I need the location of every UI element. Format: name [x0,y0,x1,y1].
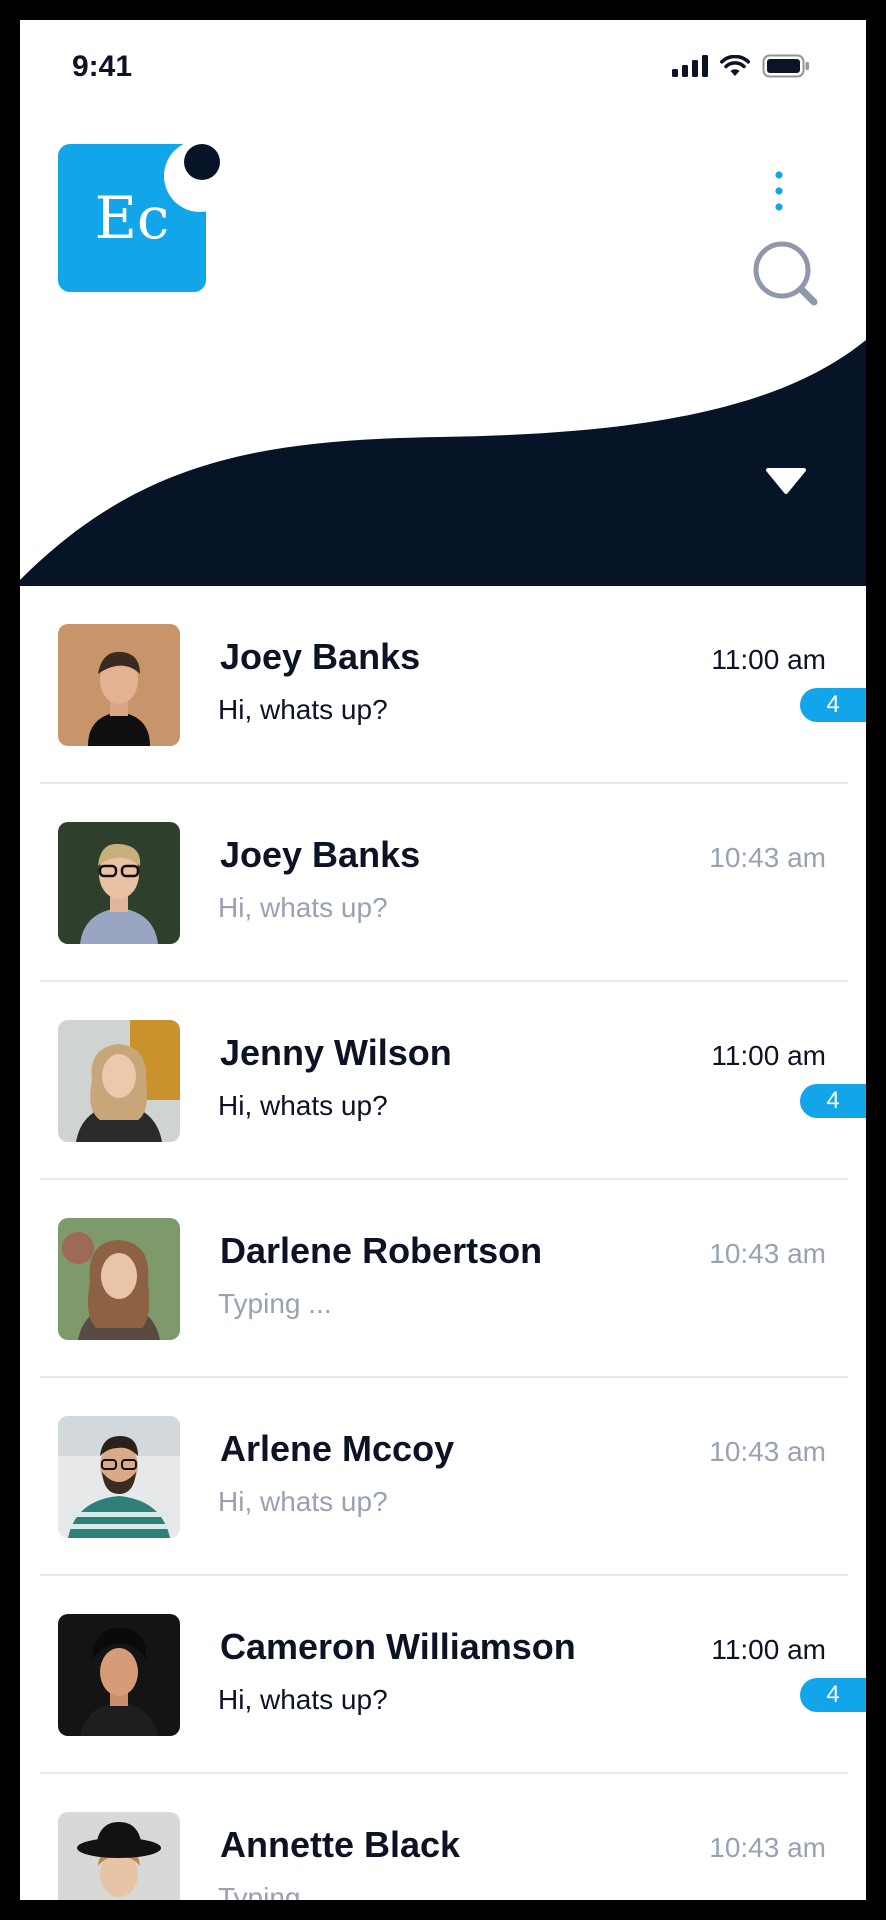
conversation-row[interactable]: Darlene Robertson Typing ... 10:43 am [20,1180,866,1378]
message-time: 10:43 am [709,1436,826,1467]
unread-badge: 4 [800,1678,866,1712]
avatar [58,1020,180,1142]
conversation-row[interactable]: Annette Black Typing ... 10:43 am [20,1774,866,1900]
search-icon[interactable] [748,236,828,316]
dropdown-triangle-icon[interactable] [762,466,810,506]
status-icons [672,54,810,78]
contact-name: Arlene Mccoy [220,1428,455,1469]
avatar [58,1812,180,1900]
contact-name: Joey Banks [220,636,421,677]
avatar [58,1416,180,1538]
conversation-row[interactable]: Joey Banks Hi, whats up? 10:43 am [20,784,866,982]
message-preview: Hi, whats up? [218,1090,388,1121]
message-time: 11:00 am [711,1040,826,1071]
avatar [58,1218,180,1340]
message-time: 11:00 am [711,644,826,675]
kebab-menu-icon[interactable] [772,170,786,214]
online-indicator-dot [184,144,220,180]
status-bar: 9:41 [20,20,866,130]
conversation-row[interactable]: Joey Banks Hi, whats up? 11:00 am 4 [20,586,866,784]
wifi-icon [720,55,750,76]
contact-name: Darlene Robertson [220,1230,543,1271]
chat-screen: 9:41 Ec Joey Banks Hi, whats up? 11:00 a… [20,20,866,1900]
message-preview: Hi, whats up? [218,1486,388,1517]
message-preview: Hi, whats up? [218,1684,388,1715]
unread-badge: 4 [800,688,866,722]
conversation-list: Joey Banks Hi, whats up? 11:00 am 4 Joey… [20,586,866,1900]
contact-name: Cameron Williamson [220,1626,576,1667]
header-wave [20,340,866,586]
conversation-row[interactable]: Cameron Williamson Hi, whats up? 11:00 a… [20,1576,866,1774]
message-preview: Hi, whats up? [218,694,388,725]
message-time: 10:43 am [709,1238,826,1269]
contact-name: Joey Banks [220,834,421,875]
message-preview: Typing ... [218,1288,332,1319]
contact-name: Jenny Wilson [220,1032,452,1073]
battery-icon [762,54,809,78]
message-preview: Typing ... [218,1882,332,1900]
message-time: 10:43 am [709,842,826,873]
message-time: 11:00 am [711,1634,826,1665]
conversation-row[interactable]: Arlene Mccoy Hi, whats up? 10:43 am [20,1378,866,1576]
message-time: 10:43 am [709,1832,826,1863]
contact-name: Annette Black [220,1824,461,1865]
message-preview: Hi, whats up? [218,892,388,923]
unread-badge: 4 [800,1084,866,1118]
conversation-row[interactable]: Jenny Wilson Hi, whats up? 11:00 am 4 [20,982,866,1180]
avatar [58,822,180,944]
signal-icon [672,55,708,77]
avatar [58,624,180,746]
avatar [58,1614,180,1736]
